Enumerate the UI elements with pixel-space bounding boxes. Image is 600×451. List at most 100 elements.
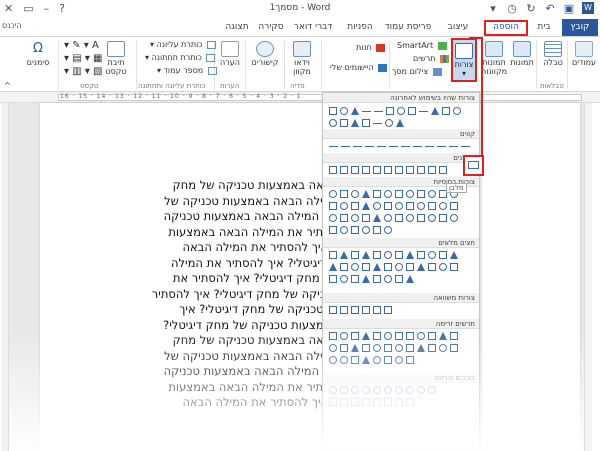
shape-item[interactable] — [395, 398, 403, 406]
shape-item[interactable] — [340, 119, 348, 127]
shape-item[interactable] — [439, 166, 447, 174]
tab-file[interactable]: קובץ — [562, 19, 598, 36]
shape-item[interactable] — [340, 275, 348, 283]
shapes-button[interactable]: צורות ▾ — [451, 38, 477, 82]
shape-item[interactable] — [408, 107, 416, 115]
shape-item[interactable] — [417, 332, 425, 340]
shape-item[interactable] — [406, 166, 414, 174]
screenshot-button[interactable]: צילום מסך — [392, 67, 442, 76]
tab-home[interactable]: בית — [532, 20, 556, 36]
shape-item[interactable] — [428, 344, 436, 352]
redo-icon[interactable]: ↻ — [525, 2, 537, 15]
page-number-button[interactable]: ▾ מספר עמוד — [157, 66, 217, 75]
shape-item[interactable] — [340, 251, 348, 259]
shape-item[interactable] — [428, 332, 436, 340]
customize-qat-icon[interactable]: ▾ — [487, 2, 499, 15]
shape-item[interactable] — [340, 166, 348, 174]
shape-item[interactable] — [373, 226, 381, 234]
shape-item[interactable] — [439, 214, 447, 222]
shape-item[interactable] — [353, 146, 362, 147]
shape-item[interactable] — [442, 107, 450, 115]
shape-item[interactable] — [386, 107, 394, 115]
shape-item[interactable] — [461, 146, 470, 147]
shape-item[interactable] — [384, 226, 392, 234]
shape-item[interactable] — [340, 356, 348, 364]
shape-item[interactable] — [384, 332, 392, 340]
shape-item[interactable] — [384, 386, 392, 394]
shape-item[interactable] — [351, 226, 359, 234]
shape-item[interactable] — [453, 107, 461, 115]
shape-item[interactable] — [373, 275, 381, 283]
shape-item[interactable] — [329, 275, 337, 283]
shape-item[interactable] — [417, 166, 425, 174]
shape-item[interactable] — [351, 190, 359, 198]
shape-item[interactable] — [351, 107, 359, 115]
shape-item[interactable] — [362, 332, 370, 340]
shape-item[interactable] — [329, 251, 337, 259]
shape-item[interactable] — [373, 202, 381, 210]
shape-item[interactable] — [428, 386, 436, 394]
shape-item[interactable] — [351, 398, 359, 406]
minimize-button[interactable]: – — [44, 2, 50, 15]
shape-item[interactable] — [395, 251, 403, 259]
shape-item[interactable] — [450, 202, 458, 210]
shape-item[interactable] — [428, 190, 436, 198]
shape-item[interactable] — [384, 398, 392, 406]
shape-item[interactable] — [362, 202, 370, 210]
shape-item[interactable] — [373, 123, 382, 124]
shape-item[interactable] — [340, 107, 348, 115]
shape-item[interactable] — [362, 119, 370, 127]
tab-insert[interactable]: הוספה — [484, 20, 528, 36]
shape-item[interactable] — [419, 111, 428, 112]
shape-item[interactable] — [384, 251, 392, 259]
shape-item[interactable] — [340, 344, 348, 352]
shape-item[interactable] — [340, 190, 348, 198]
shape-item[interactable] — [406, 251, 414, 259]
text-box-button[interactable]: תיבת טקסט — [101, 41, 131, 76]
shape-item[interactable] — [340, 214, 348, 222]
tab-layout[interactable]: פריסת עמוד — [382, 20, 434, 36]
shape-item[interactable] — [449, 146, 458, 147]
shape-item[interactable] — [351, 251, 359, 259]
restore-button[interactable]: ▭ — [23, 2, 33, 15]
chart-button[interactable]: תרשים — [413, 54, 450, 63]
shape-item[interactable] — [406, 275, 414, 283]
shape-item[interactable] — [395, 202, 403, 210]
shape-item[interactable] — [450, 263, 458, 271]
tab-mailings[interactable]: דברי דואר — [290, 20, 336, 36]
shape-item[interactable] — [329, 119, 337, 127]
shape-item[interactable] — [374, 111, 383, 112]
timer-icon[interactable]: ◷ — [506, 2, 518, 15]
shape-item[interactable] — [384, 214, 392, 222]
shape-item[interactable] — [377, 146, 386, 147]
sign-in-link[interactable]: היכנס — [2, 21, 22, 30]
shape-item[interactable] — [362, 166, 370, 174]
shape-item[interactable] — [428, 166, 436, 174]
shape-item[interactable] — [340, 398, 348, 406]
shape-item[interactable] — [450, 214, 458, 222]
shape-item[interactable] — [351, 275, 359, 283]
shape-item[interactable] — [395, 332, 403, 340]
shape-item[interactable] — [351, 356, 359, 364]
shape-item[interactable] — [437, 146, 446, 147]
shape-item[interactable] — [351, 214, 359, 222]
shape-item[interactable] — [384, 356, 392, 364]
shape-item[interactable] — [373, 306, 381, 314]
shape-item[interactable] — [385, 119, 393, 127]
shape-item[interactable] — [396, 119, 404, 127]
shape-item[interactable] — [373, 166, 381, 174]
shape-item[interactable] — [351, 263, 359, 271]
tab-view[interactable]: תצוגה — [218, 20, 256, 36]
shape-item[interactable] — [406, 356, 414, 364]
shape-item[interactable] — [428, 214, 436, 222]
symbols-button[interactable]: Ω סימנים — [22, 41, 54, 67]
shape-item[interactable] — [329, 190, 337, 198]
shape-item[interactable] — [439, 263, 447, 271]
shape-item[interactable] — [439, 332, 447, 340]
shape-item[interactable] — [329, 166, 337, 174]
shape-item[interactable] — [395, 166, 403, 174]
save-icon[interactable]: ▣ — [563, 2, 575, 15]
text-tools-row-1[interactable]: ▾ ✎ ▾ A — [64, 40, 99, 51]
document-text[interactable]: הבאה באמצעות טכניקה של מחק המילה הבאה בא… — [110, 178, 338, 411]
shape-item[interactable] — [384, 263, 392, 271]
